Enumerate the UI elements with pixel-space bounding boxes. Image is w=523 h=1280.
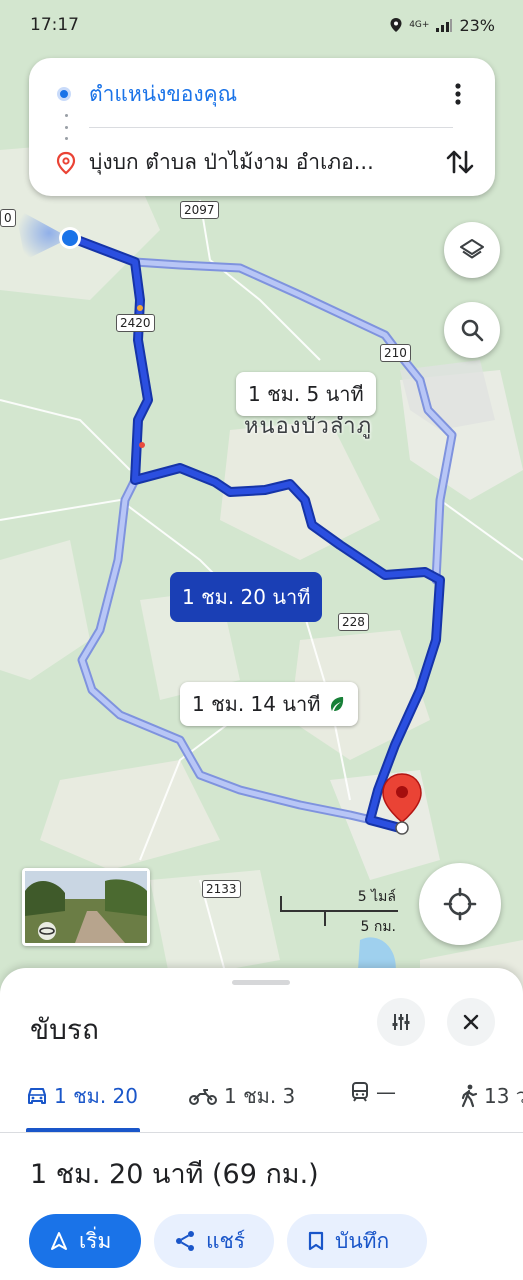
destination-marker-icon xyxy=(56,151,76,175)
car-icon xyxy=(28,1088,46,1104)
tab-drive[interactable]: 1 ชม. 20 xyxy=(26,1080,138,1112)
road-shield-2133: 2133 xyxy=(202,880,241,898)
tab-drive-label: 1 ชม. 20 xyxy=(54,1084,139,1108)
search-along-route-button[interactable] xyxy=(444,302,500,358)
directions-card: ตำแหน่งของคุณ บุ่งบก ตำบล ป่าไม้งาม อำเภ… xyxy=(29,58,495,196)
bookmark-icon xyxy=(308,1231,324,1251)
destination-row[interactable]: บุ่งบก ตำบล ป่าไม้งาม อำเภอ... xyxy=(29,144,495,180)
scale-miles: 5 ไมล์ xyxy=(357,889,396,905)
my-location-marker xyxy=(15,208,81,260)
layers-icon xyxy=(460,239,484,259)
search-icon xyxy=(461,319,484,342)
tab-walk[interactable]: 13 ว xyxy=(460,1080,523,1112)
save-button[interactable]: บันทึก xyxy=(287,1214,427,1268)
tab-walk-label: 13 ว xyxy=(484,1084,523,1108)
map-scale: 5 ไมล์ 5 กม. xyxy=(280,886,400,936)
more-options-icon[interactable] xyxy=(443,78,473,110)
status-time: 17:17 xyxy=(30,15,79,35)
swap-icon[interactable] xyxy=(443,144,477,180)
street-view-thumbnail[interactable] xyxy=(22,868,150,946)
origin-dot-icon xyxy=(57,87,71,101)
tab-transit-label: — xyxy=(376,1080,396,1104)
close-button[interactable] xyxy=(447,998,495,1046)
origin-row[interactable]: ตำแหน่งของคุณ xyxy=(29,76,495,112)
route-summary: 1 ชม. 20 นาที (69 กม.) xyxy=(30,1159,319,1190)
location-status-icon xyxy=(390,18,402,32)
road-shield-228: 228 xyxy=(338,613,369,631)
motorcycle-icon xyxy=(189,1089,217,1105)
route-options-button[interactable] xyxy=(377,998,425,1046)
origin-field[interactable]: ตำแหน่งของคุณ xyxy=(89,78,237,111)
mode-title: ขับรถ xyxy=(30,1013,99,1046)
destination-pin-icon[interactable] xyxy=(380,772,424,836)
tab-motorcycle[interactable]: 1 ชม. 3 xyxy=(188,1080,295,1112)
route-dots-icon xyxy=(64,114,68,140)
route-label-alt1[interactable]: 1 ชม. 5 นาที xyxy=(236,372,376,416)
route-label-alt2-text: 1 ชม. 14 นาที xyxy=(192,692,321,716)
destination-field[interactable]: บุ่งบก ตำบล ป่าไม้งาม อำเภอ... xyxy=(89,146,429,179)
close-icon xyxy=(463,1014,479,1030)
share-button-label: แชร์ xyxy=(206,1228,246,1253)
road-shield-210: 210 xyxy=(380,344,411,362)
route-label-main[interactable]: 1 ชม. 20 นาที xyxy=(170,572,323,622)
travel-mode-tabs: 1 ชม. 20 1 ชม. 3 — 13 ว xyxy=(0,1072,523,1132)
share-button[interactable]: แชร์ xyxy=(154,1214,274,1268)
status-bar: 17:17 4G+ 23% xyxy=(0,0,523,50)
my-location-button[interactable] xyxy=(419,863,501,945)
tune-icon xyxy=(392,1014,410,1030)
bottom-sheet: ขับรถ 1 ชม. 20 1 ชม. 3 — 13 ว 1 ชม. 20 น… xyxy=(0,968,523,1280)
signal-icon xyxy=(436,19,453,32)
share-icon xyxy=(176,1231,194,1251)
network-type: 4G+ xyxy=(409,19,430,30)
road-shield-edge: 0 xyxy=(0,209,16,227)
street-view-image xyxy=(25,871,147,943)
tab-transit[interactable]: — xyxy=(350,1080,396,1104)
scale-km: 5 กม. xyxy=(360,919,396,935)
tab-motorcycle-label: 1 ชม. 3 xyxy=(224,1084,296,1108)
battery-level: 23% xyxy=(459,15,495,35)
save-button-label: บันทึก xyxy=(335,1228,390,1253)
road-shield-2420: 2420 xyxy=(116,314,155,332)
layers-button[interactable] xyxy=(444,222,500,278)
start-button-label: เริ่ม xyxy=(79,1228,112,1253)
start-button[interactable]: เริ่ม xyxy=(29,1214,141,1268)
sheet-drag-handle[interactable] xyxy=(232,980,290,985)
eco-leaf-icon xyxy=(331,697,344,711)
route-label-alt2[interactable]: 1 ชม. 14 นาที xyxy=(180,682,359,726)
crosshair-icon xyxy=(443,887,477,921)
walk-icon xyxy=(461,1084,478,1108)
transit-icon xyxy=(352,1082,368,1102)
navigation-arrow-icon xyxy=(51,1232,67,1250)
road-shield-2097: 2097 xyxy=(180,201,219,219)
